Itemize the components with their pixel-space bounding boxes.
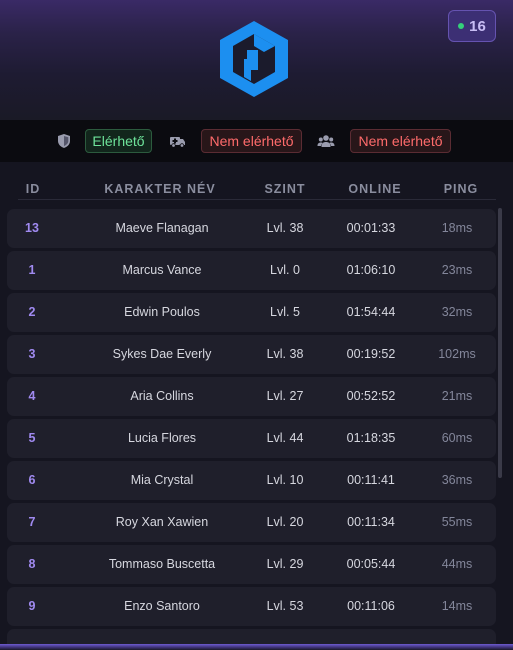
player-id: 3	[28, 347, 36, 361]
gang-status-badge: Nem elérhető	[350, 129, 451, 153]
player-list[interactable]: 13 Maeve Flanagan Lvl. 38 00:01:33 18ms …	[0, 209, 513, 645]
player-level: Lvl. 20	[266, 515, 304, 529]
table-row[interactable]: 7 Roy Xan Xawien Lvl. 20 00:11:34 55ms	[7, 503, 496, 542]
column-header-ping: PING	[443, 182, 479, 196]
player-level: Lvl. 29	[266, 557, 304, 571]
player-level: Lvl. 27	[266, 389, 304, 403]
header: 16	[0, 0, 513, 120]
column-header-online: ONLINE	[348, 182, 402, 196]
player-ping: 18ms	[441, 221, 473, 235]
player-ping: 36ms	[441, 473, 473, 487]
table-row[interactable]: 1 Marcus Vance Lvl. 0 01:06:10 23ms	[7, 251, 496, 290]
column-header-level: SZINT	[264, 182, 306, 196]
player-id: 8	[28, 557, 36, 571]
table-row-partial[interactable]	[7, 629, 496, 645]
player-ping: 44ms	[441, 557, 473, 571]
player-ping: 23ms	[441, 263, 473, 277]
player-ping: 102ms	[438, 347, 476, 361]
player-id: 4	[28, 389, 36, 403]
scrollbar[interactable]	[498, 208, 502, 478]
player-online-time: 00:52:52	[346, 389, 396, 403]
online-count-badge: 16	[448, 10, 496, 42]
player-name: Tommaso Buscetta	[108, 557, 216, 571]
player-name: Edwin Poulos	[124, 305, 200, 319]
table-row[interactable]: 5 Lucia Flores Lvl. 44 01:18:35 60ms	[7, 419, 496, 458]
column-header-id: ID	[25, 182, 41, 196]
player-online-time: 00:11:06	[347, 599, 395, 613]
table-row[interactable]: 3 Sykes Dae Everly Lvl. 38 00:19:52 102m…	[7, 335, 496, 374]
player-name: Roy Xan Xawien	[115, 515, 209, 529]
table-row[interactable]: 8 Tommaso Buscetta Lvl. 29 00:05:44 44ms	[7, 545, 496, 584]
scoreboard-window: 16 Elérhető Nem elérhető Nem elérhető ID…	[0, 0, 513, 650]
player-ping: 60ms	[441, 431, 473, 445]
player-ping: 21ms	[441, 389, 473, 403]
player-online-time: 00:11:34	[347, 515, 395, 529]
player-level: Lvl. 44	[266, 431, 304, 445]
player-level: Lvl. 38	[266, 347, 304, 361]
player-ping: 14ms	[441, 599, 473, 613]
player-name: Sykes Dae Everly	[112, 347, 212, 361]
player-ping: 32ms	[441, 305, 473, 319]
player-id: 13	[25, 221, 39, 235]
police-status-badge: Elérhető	[85, 129, 152, 153]
users-icon	[317, 135, 335, 147]
ambulance-status-badge: Nem elérhető	[201, 129, 302, 153]
player-level: Lvl. 0	[270, 263, 300, 277]
player-online-time: 00:11:41	[347, 473, 395, 487]
table-row[interactable]: 2 Edwin Poulos Lvl. 5 01:54:44 32ms	[7, 293, 496, 332]
table-row[interactable]: 4 Aria Collins Lvl. 27 00:52:52 21ms	[7, 377, 496, 416]
player-name: Mia Crystal	[130, 473, 194, 487]
player-name: Marcus Vance	[122, 263, 202, 277]
online-count: 16	[469, 17, 486, 35]
bottom-accent-bar	[0, 644, 513, 650]
online-status-dot	[458, 23, 465, 29]
header-divider	[18, 199, 496, 200]
player-online-time: 00:05:44	[346, 557, 396, 571]
table-row[interactable]: 13 Maeve Flanagan Lvl. 38 00:01:33 18ms	[7, 209, 496, 248]
player-name: Maeve Flanagan	[115, 221, 209, 235]
player-online-time: 00:19:52	[346, 347, 396, 361]
ambulance-icon	[170, 137, 185, 148]
player-name: Aria Collins	[130, 389, 194, 403]
player-online-time: 01:18:35	[346, 431, 396, 445]
player-level: Lvl. 53	[266, 599, 304, 613]
player-online-time: 01:54:44	[346, 305, 396, 319]
player-id: 5	[28, 431, 36, 445]
player-id: 1	[28, 263, 36, 277]
player-id: 6	[28, 473, 36, 487]
player-online-time: 01:06:10	[346, 263, 396, 277]
cube-logo-icon	[220, 21, 288, 97]
player-level: Lvl. 5	[270, 305, 300, 319]
player-level: Lvl. 10	[266, 473, 304, 487]
player-online-time: 00:01:33	[346, 221, 396, 235]
player-id: 2	[28, 305, 36, 319]
player-name: Lucia Flores	[127, 431, 197, 445]
column-header-name: KARAKTER NÉV	[104, 182, 216, 196]
player-level: Lvl. 38	[266, 221, 304, 235]
player-ping: 55ms	[441, 515, 473, 529]
player-id: 9	[28, 599, 36, 613]
table-row[interactable]: 9 Enzo Santoro Lvl. 53 00:11:06 14ms	[7, 587, 496, 626]
player-id: 7	[28, 515, 36, 529]
player-name: Enzo Santoro	[124, 599, 200, 613]
shield-icon	[58, 134, 70, 148]
table-row[interactable]: 6 Mia Crystal Lvl. 10 00:11:41 36ms	[7, 461, 496, 500]
